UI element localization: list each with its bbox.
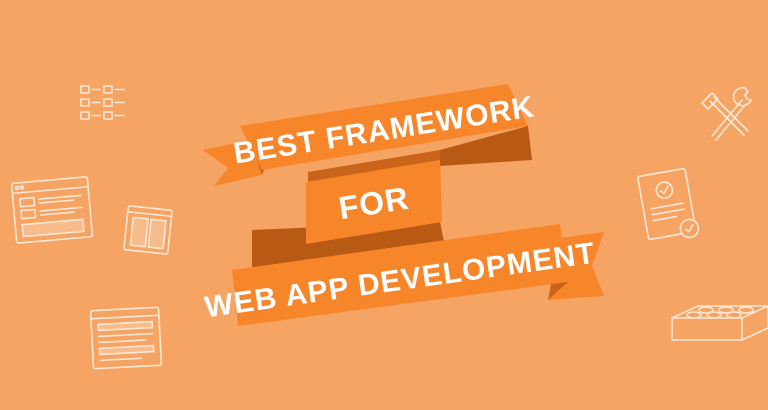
certificate-icon [637,167,700,241]
illustration: BEST FRAMEWORK FOR WEB APP DEVELOPMENT [10,84,768,370]
text-page-icon [89,306,163,370]
banner-graphic: BEST FRAMEWORK FOR WEB APP DEVELOPMENT [0,0,768,410]
two-column-layout-icon [123,205,173,255]
lego-brick-icon [671,305,768,341]
tools-icon [701,86,752,141]
grid-list-icon [80,85,125,120]
browser-window-icon [10,176,94,244]
